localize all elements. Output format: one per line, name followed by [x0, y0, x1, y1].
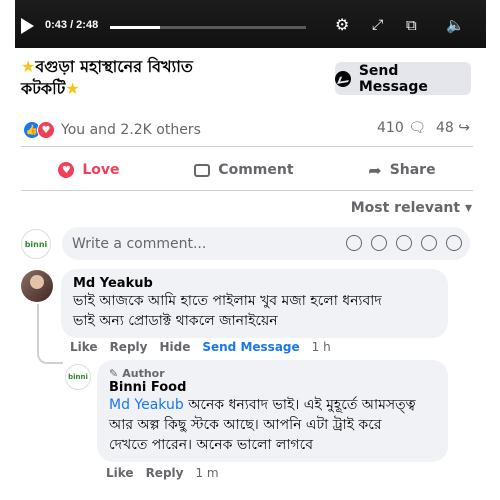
- send-message-label: Send Message: [358, 62, 428, 95]
- reply-thread-line: [37, 304, 63, 364]
- comment-bubble: Md Yeakub ভাই আজকে আমি হাতে পাইলাম খুব ম…: [61, 269, 448, 338]
- love-reaction-icon: ♥: [37, 121, 55, 139]
- love-label: Love: [82, 162, 120, 178]
- share-icon: ➦: [368, 160, 382, 180]
- author-badge-label: Author: [122, 367, 165, 380]
- caret-down-icon: ▾: [464, 200, 472, 216]
- settings-icon[interactable]: ⚙: [335, 17, 349, 33]
- comment-text-line2: ভাই অন্য প্রোডাক্ট থাকলে জানাইয়েন: [73, 313, 278, 329]
- reply-author-avatar[interactable]: binni: [65, 364, 91, 390]
- sticker-icon[interactable]: [446, 235, 462, 251]
- comment-button[interactable]: Comment: [194, 162, 294, 178]
- gif-icon[interactable]: [421, 235, 437, 251]
- comments-count[interactable]: 410 🗨: [377, 120, 426, 136]
- post-title-line2: কটকটি: [21, 79, 66, 98]
- composer-tools: [346, 235, 462, 251]
- post-title-line1: বগুড়া মহাস্থানের বিখ্যাত: [35, 57, 193, 76]
- reply-text-line1-body: অনেক ধন্যবাদ ভাই। এই মুহূর্তে আমসত্ত্ব: [183, 397, 416, 413]
- reactions-summary[interactable]: 👍 ♥ You and 2.2K others: [23, 120, 201, 140]
- comment-input-placeholder: Write a comment...: [72, 235, 207, 252]
- heart-icon: ♥: [58, 162, 75, 178]
- reply-text-line1: Md Yeakub অনেক ধন্যবাদ ভাই। এই মুহূর্তে …: [109, 395, 436, 415]
- reply-like-link[interactable]: Like: [106, 466, 134, 480]
- comment-sort-dropdown[interactable]: Most relevant ▾: [351, 200, 472, 216]
- comment-bubble-icon: 🗨: [408, 120, 426, 136]
- camera-icon[interactable]: [396, 235, 412, 251]
- shares-count[interactable]: 48 ↪: [436, 120, 470, 136]
- send-message-button[interactable]: Send Message: [335, 62, 471, 95]
- mention-link[interactable]: Md Yeakub: [109, 397, 184, 413]
- comment-label: Comment: [218, 162, 294, 178]
- pip-icon[interactable]: ⧉: [406, 17, 417, 33]
- comment-actions: Like Reply Hide Send Message 1 h: [70, 340, 331, 354]
- messenger-icon: [335, 70, 351, 87]
- divider: [21, 146, 473, 147]
- play-icon[interactable]: [21, 18, 34, 34]
- reply-author[interactable]: Binni Food: [109, 380, 436, 395]
- engagement-counts: 410 🗨 48 ↪: [377, 120, 470, 136]
- comment-input[interactable]: Write a comment...: [62, 227, 470, 260]
- star-icon: ★: [65, 79, 80, 98]
- reply-reply-link[interactable]: Reply: [146, 466, 184, 480]
- comments-count-value: 410: [377, 120, 404, 136]
- page-avatar[interactable]: binni: [21, 229, 51, 259]
- post-title: ★বগুড়া মহাস্থানের বিখ্যাত কটকটি★: [21, 56, 251, 100]
- reply-text-line3: দেখতে পারেন। অনেক ভালো লাগবে: [109, 437, 314, 453]
- comment-icon: [194, 163, 211, 177]
- comment-author[interactable]: Md Yeakub: [73, 276, 436, 291]
- star-icon: ★: [21, 57, 36, 76]
- share-arrow-icon: ↪: [458, 120, 470, 136]
- share-label: Share: [389, 162, 436, 178]
- volume-icon[interactable]: 🔈: [446, 17, 465, 33]
- reply-text-line2: আর অল্প কিছু স্টকে আছে। আপনি এটা ট্রাই ক…: [109, 417, 382, 433]
- comment-like-link[interactable]: Like: [70, 340, 98, 354]
- avatar-sticker-icon[interactable]: [346, 235, 362, 251]
- comment-send-message-link[interactable]: Send Message: [202, 340, 299, 354]
- reactions-summary-text: You and 2.2K others: [61, 122, 201, 138]
- post-action-bar: ♥ Love Comment ➦ Share: [21, 152, 473, 188]
- video-time: 0:43 / 2:48: [45, 19, 99, 31]
- love-button[interactable]: ♥ Love: [58, 162, 120, 178]
- comment-text-line1: ভাই আজকে আমি হাতে পাইলাম খুব মজা হলো ধন্…: [73, 293, 382, 309]
- facebook-post-frame: 0:43 / 2:48 ⚙ ⤢ ⧉ 🔈 ★বগুড়া মহাস্থানের ব…: [15, 0, 486, 500]
- comment-hide-link[interactable]: Hide: [159, 340, 190, 354]
- comment-timestamp[interactable]: 1 h: [312, 340, 331, 354]
- reply-timestamp[interactable]: 1 m: [195, 466, 218, 480]
- pencil-icon: ✎: [109, 367, 119, 380]
- share-button[interactable]: ➦ Share: [368, 161, 435, 180]
- commenter-avatar[interactable]: [21, 270, 53, 302]
- video-progress-bar[interactable]: [110, 26, 306, 29]
- author-badge: ✎ Author: [109, 367, 436, 380]
- sort-label: Most relevant: [350, 200, 461, 216]
- reply-bubble: ✎ Author Binni Food Md Yeakub অনেক ধন্যব…: [97, 360, 448, 462]
- comment-reply-link[interactable]: Reply: [110, 340, 148, 354]
- shares-count-value: 48: [435, 120, 454, 136]
- emoji-icon[interactable]: [371, 235, 387, 251]
- video-progress-fill: [110, 26, 161, 29]
- video-player[interactable]: 0:43 / 2:48 ⚙ ⤢ ⧉ 🔈: [15, 0, 486, 48]
- divider: [21, 190, 473, 191]
- fullscreen-icon[interactable]: ⤢: [372, 17, 383, 33]
- reply-actions: Like Reply 1 m: [106, 466, 219, 480]
